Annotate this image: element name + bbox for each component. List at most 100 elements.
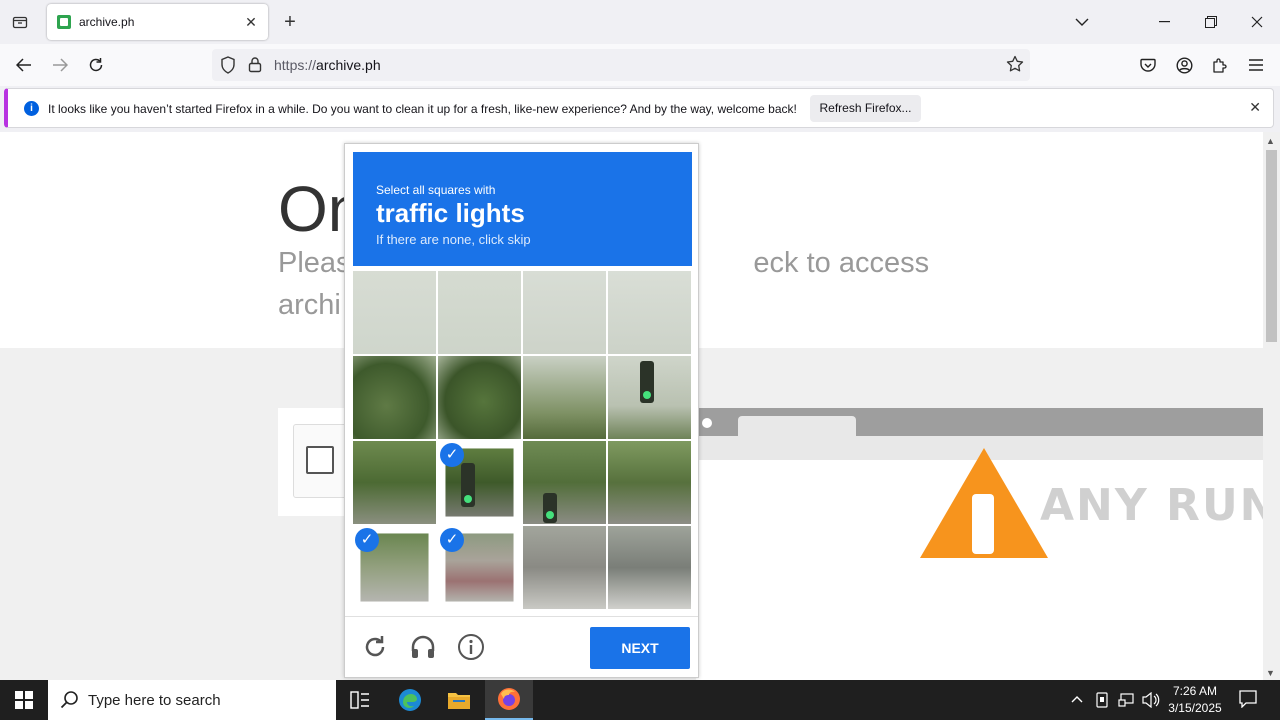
human-verify-checkbox[interactable] [306, 446, 334, 474]
reload-challenge-icon[interactable] [361, 633, 389, 661]
account-icon[interactable] [1172, 53, 1196, 77]
captcha-footer: NEXT [345, 616, 698, 678]
tray-device-icon[interactable] [1095, 692, 1109, 711]
url-host: archive.ph [316, 57, 381, 73]
captcha-tile[interactable]: ✓ [353, 526, 436, 609]
task-view-icon[interactable] [336, 680, 384, 720]
warning-exclamation-bar [972, 494, 994, 554]
captcha-tile-image [438, 356, 521, 439]
extensions-puzzle-icon[interactable] [1208, 53, 1232, 77]
captcha-tile-image [608, 441, 691, 524]
traffic-light-icon [543, 493, 557, 523]
archive-favicon-icon [57, 15, 71, 29]
navigation-bar: https://archive.ph [0, 44, 1280, 86]
next-button[interactable]: NEXT [590, 627, 690, 669]
hamburger-menu-icon[interactable] [1244, 53, 1268, 77]
windows-start-icon[interactable] [0, 680, 48, 720]
captcha-tile-image [353, 441, 436, 524]
restore-icon[interactable] [1197, 8, 1225, 36]
url-protocol: https:// [274, 57, 317, 73]
captcha-tile[interactable]: ✓ [438, 526, 521, 609]
taskbar-clock[interactable]: 7:26 AM 3/15/2025 [1160, 683, 1230, 717]
captcha-tile[interactable] [523, 271, 606, 354]
back-arrow-icon[interactable] [12, 53, 36, 77]
pocket-icon[interactable] [1136, 53, 1160, 77]
scroll-down-arrow-icon[interactable]: ▼ [1266, 668, 1275, 678]
captcha-tile-image [438, 271, 521, 354]
captcha-tile[interactable] [353, 271, 436, 354]
lock-icon[interactable] [248, 56, 262, 78]
browser-illustration-tab [738, 416, 856, 436]
captcha-tile[interactable] [353, 356, 436, 439]
windows-taskbar: Type here to search 7:26 AM 3/15/2025 [0, 680, 1280, 720]
captcha-tile[interactable] [353, 441, 436, 524]
scroll-up-arrow-icon[interactable]: ▲ [1266, 136, 1275, 146]
captcha-tile[interactable] [438, 271, 521, 354]
tab-title: archive.ph [79, 15, 135, 29]
captcha-tile[interactable] [523, 441, 606, 524]
captcha-tile-image [523, 271, 606, 354]
captcha-tile[interactable]: ✓ [438, 441, 521, 524]
url-bar[interactable]: https://archive.ph [212, 49, 1030, 81]
tracking-shield-icon[interactable] [220, 56, 236, 79]
volume-speaker-icon[interactable] [1142, 691, 1160, 711]
tile-selected-check-icon: ✓ [440, 443, 464, 467]
traffic-light-icon [461, 463, 475, 507]
captcha-image-grid: ✓ ✓ ✓ [353, 271, 692, 610]
browser-tab[interactable]: archive.ph ✕ [47, 4, 268, 40]
firefox-taskbar-icon[interactable] [485, 680, 533, 720]
tile-selected-check-icon: ✓ [440, 528, 464, 552]
anyrun-watermark: ANY RUN [1040, 480, 1279, 531]
info-circle-icon[interactable] [457, 633, 485, 661]
clock-time: 7:26 AM [1172, 684, 1218, 698]
forward-arrow-icon[interactable] [48, 53, 72, 77]
scrollbar-thumb[interactable] [1266, 150, 1277, 342]
captcha-tile[interactable] [608, 441, 691, 524]
refresh-firefox-button[interactable]: Refresh Firefox... [810, 95, 921, 122]
file-explorer-folder-icon[interactable] [435, 680, 483, 720]
captcha-tile[interactable] [523, 526, 606, 609]
captcha-tile-image [608, 271, 691, 354]
tab-list-icon[interactable] [8, 10, 32, 34]
search-icon [60, 690, 80, 715]
captcha-tile[interactable] [608, 526, 691, 609]
browser-illustration-dot [702, 418, 712, 428]
clock-date: 3/15/2025 [1168, 701, 1222, 715]
page-scrollbar[interactable]: ▲ ▼ [1263, 132, 1280, 680]
notification-close-icon[interactable]: ✕ [1249, 99, 1261, 116]
taskbar-search-box[interactable]: Type here to search [48, 680, 336, 720]
refresh-firefox-notification: i It looks like you haven’t started Fire… [4, 88, 1274, 128]
traffic-light-icon [640, 361, 654, 403]
green-light-icon [643, 391, 651, 399]
captcha-challenge: Select all squares with traffic lights I… [344, 143, 699, 678]
bookmark-star-icon[interactable] [1006, 55, 1024, 78]
captcha-tile[interactable] [438, 356, 521, 439]
info-icon: i [24, 101, 39, 116]
tray-overflow-chevron-icon[interactable] [1071, 692, 1083, 706]
green-light-icon [464, 495, 472, 503]
captcha-tile-image [523, 441, 606, 524]
captcha-target: traffic lights [376, 198, 525, 228]
close-window-icon[interactable] [1243, 8, 1271, 36]
captcha-tile-image [523, 356, 606, 439]
edge-browser-icon[interactable] [386, 680, 434, 720]
captcha-tile-image [608, 526, 691, 609]
notification-message: It looks like you haven’t started Firefo… [48, 102, 797, 116]
list-all-tabs-chevron-icon[interactable] [1068, 8, 1096, 36]
reload-icon[interactable] [84, 53, 108, 77]
network-icon[interactable] [1118, 692, 1134, 711]
captcha-tile-image [523, 526, 606, 609]
new-tab-plus-icon[interactable]: + [280, 12, 300, 32]
url-text[interactable]: https://archive.ph [274, 57, 381, 73]
captcha-tile-image [353, 356, 436, 439]
audio-challenge-headphones-icon[interactable] [409, 633, 437, 661]
captcha-tile[interactable] [523, 356, 606, 439]
tab-close-icon[interactable]: ✕ [242, 13, 260, 31]
captcha-tile[interactable] [608, 271, 691, 354]
captcha-instruction: Select all squares with [376, 183, 496, 197]
minimize-icon[interactable] [1151, 8, 1179, 36]
captcha-hint: If there are none, click skip [376, 232, 531, 247]
notification-center-icon[interactable] [1239, 690, 1257, 711]
green-light-icon [546, 511, 554, 519]
tab-bar: archive.ph ✕ + [0, 0, 1280, 44]
